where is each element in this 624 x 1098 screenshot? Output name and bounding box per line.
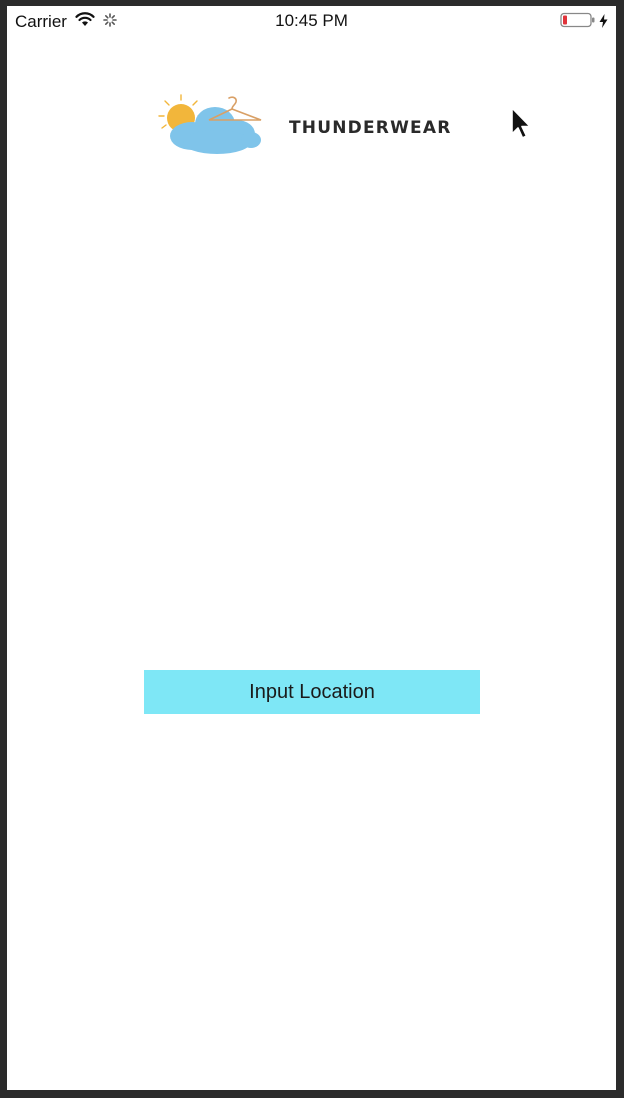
app-screen: Carrier 10:45 PM THUNDERWEAR Input Locat… <box>7 6 616 1090</box>
battery-low-icon <box>560 12 596 33</box>
device-frame: Carrier 10:45 PM THUNDERWEAR Input Locat… <box>0 0 624 1098</box>
input-location-button[interactable]: Input Location <box>144 670 480 714</box>
app-title: THUNDERWEAR <box>289 117 452 138</box>
status-bar: Carrier 10:45 PM <box>7 6 616 36</box>
mouse-pointer-icon <box>510 106 534 144</box>
weather-cloud-sun-hanger-logo-icon <box>157 94 269 161</box>
status-right <box>560 12 608 33</box>
app-header: THUNDERWEAR <box>157 94 451 161</box>
charging-bolt-icon <box>599 13 608 33</box>
status-time: 10:45 PM <box>275 11 348 30</box>
